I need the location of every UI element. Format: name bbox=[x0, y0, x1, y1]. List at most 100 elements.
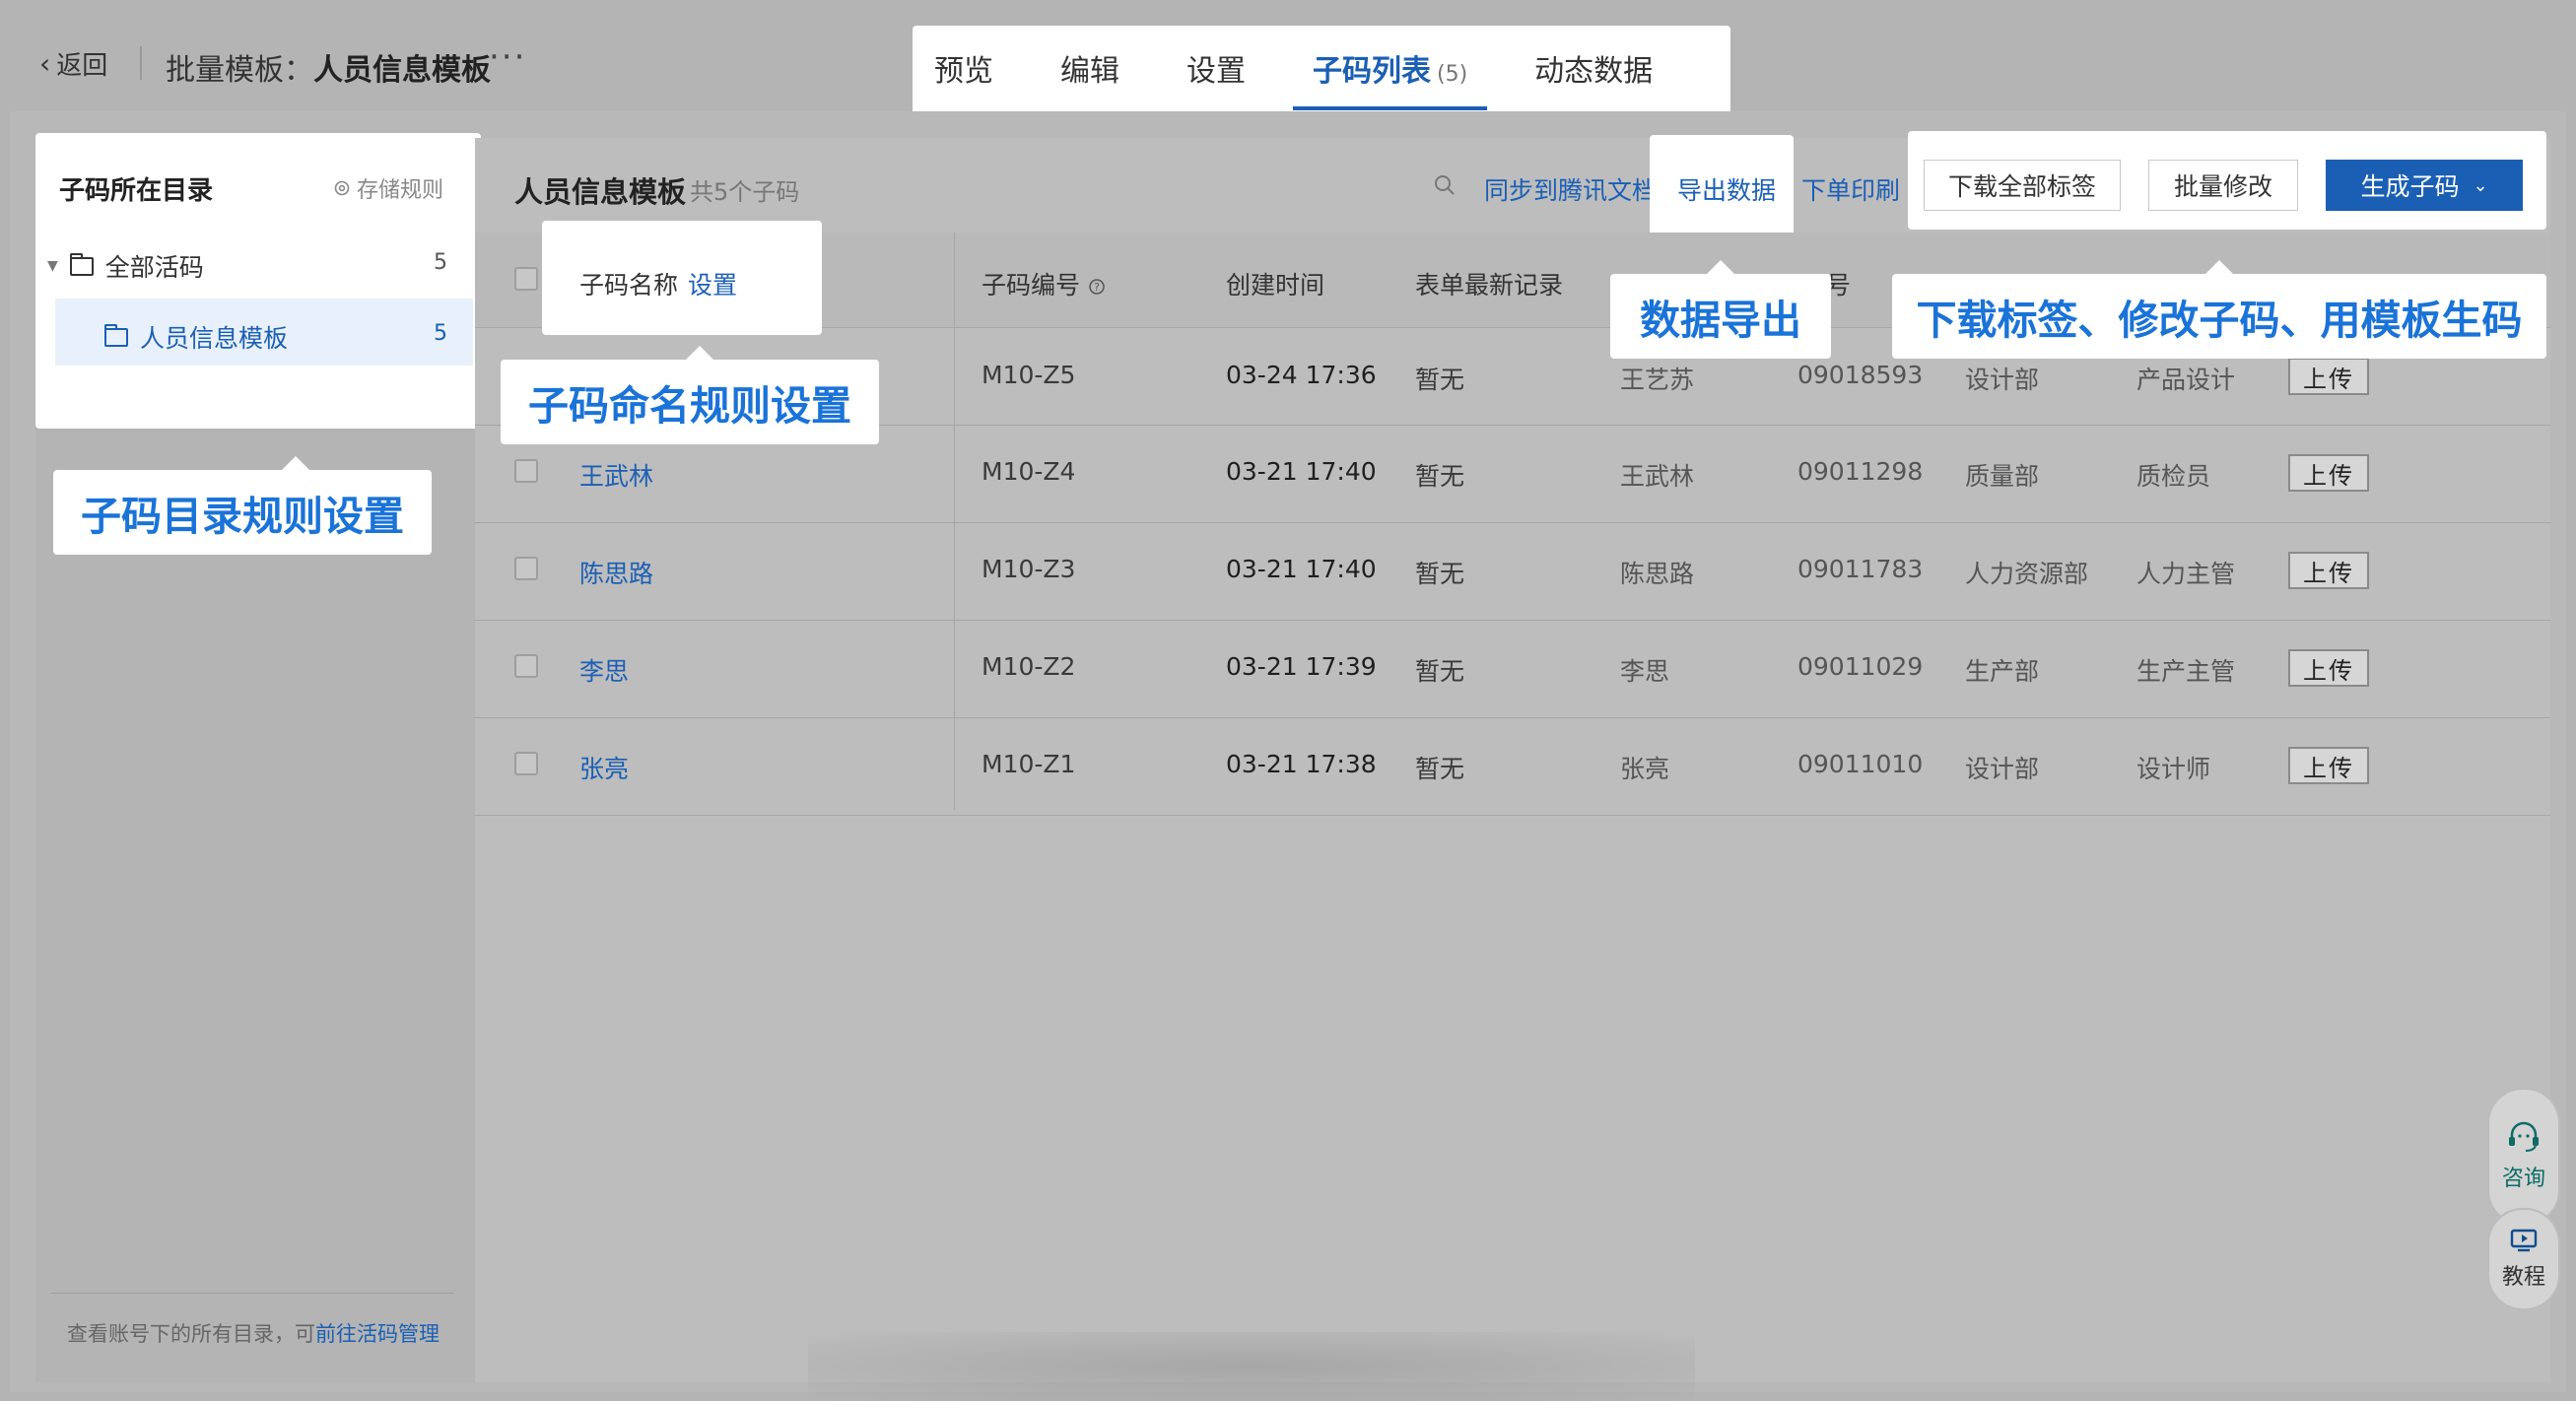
cell-code: M10-Z1 bbox=[982, 750, 1076, 778]
callout-pointer bbox=[2205, 260, 2233, 274]
cell-time: 03-21 17:40 bbox=[1226, 555, 1377, 583]
decorative-shadow bbox=[808, 1332, 1695, 1401]
tab-label: 子码列表 bbox=[1313, 54, 1431, 89]
tab-dynamic-data[interactable]: 动态数据 bbox=[1534, 26, 1653, 118]
callout-export: 数据导出 bbox=[1610, 260, 1831, 359]
callout-pointer bbox=[1707, 260, 1734, 274]
page-title: 批量模板：人员信息模板 bbox=[166, 45, 491, 89]
upload-button[interactable]: 上传 bbox=[2288, 358, 2369, 395]
cell-person: 陈思路 bbox=[1620, 560, 1695, 588]
more-menu-button[interactable]: ··· bbox=[489, 37, 526, 77]
tree-item-personnel-template[interactable]: 人员信息模板 bbox=[104, 319, 288, 355]
tab-label: 动态数据 bbox=[1534, 54, 1654, 89]
cell-person: 张亮 bbox=[1620, 755, 1670, 783]
search-icon[interactable] bbox=[1433, 173, 1457, 197]
callout-text: 子码目录规则设置 bbox=[81, 493, 404, 540]
cell-department: 人力资源部 bbox=[1965, 560, 2089, 588]
cell-code: M10-Z3 bbox=[982, 555, 1076, 583]
column-header-record: 表单最新记录 bbox=[1415, 271, 1564, 300]
cell-record: 暂无 bbox=[1415, 560, 1465, 588]
row-checkbox[interactable] bbox=[514, 654, 538, 678]
cell-time: 03-21 17:39 bbox=[1226, 652, 1377, 681]
cell-record: 暂无 bbox=[1415, 366, 1465, 394]
cell-person: 王艺苏 bbox=[1620, 366, 1695, 394]
upload-button[interactable]: 上传 bbox=[2288, 747, 2369, 784]
order-print-link[interactable]: 下单印刷 bbox=[1801, 171, 1900, 207]
callout-directory-rule: 子码目录规则设置 bbox=[53, 456, 432, 555]
callout-text: 数据导出 bbox=[1640, 297, 1801, 344]
download-all-labels-button[interactable]: 下载全部标签 bbox=[1924, 160, 2121, 211]
cell-name-link[interactable]: 李思 bbox=[579, 652, 629, 688]
cell-person: 王武林 bbox=[1620, 462, 1695, 491]
page-title-name: 人员信息模板 bbox=[313, 53, 491, 88]
upload-button[interactable]: 上传 bbox=[2288, 552, 2369, 589]
cell-employee-id: 09011029 bbox=[1797, 652, 1924, 681]
cell-record: 暂无 bbox=[1415, 462, 1465, 491]
cell-time: 03-21 17:40 bbox=[1226, 457, 1377, 486]
table-row: 陈思路 M10-Z3 03-21 17:40 暂无 陈思路 09011783 人… bbox=[475, 523, 2550, 621]
cell-name-link[interactable]: 张亮 bbox=[579, 750, 629, 785]
cell-name-link[interactable]: 陈思路 bbox=[579, 555, 653, 590]
callout-text: 子码命名规则设置 bbox=[528, 382, 851, 430]
svg-text:?: ? bbox=[1094, 281, 1100, 294]
storage-rule-button[interactable]: 存储规则 bbox=[333, 172, 443, 204]
tab-settings[interactable]: 设置 bbox=[1186, 26, 1246, 118]
column-header-label: 子码编号 bbox=[982, 271, 1081, 300]
tutorial-button[interactable]: 教程 bbox=[2487, 1208, 2560, 1310]
help-icon[interactable]: ? bbox=[1088, 278, 1106, 296]
callout-pointer bbox=[282, 456, 309, 470]
tab-preview[interactable]: 预览 bbox=[934, 26, 993, 118]
column-header-code: 子码编号 ? bbox=[982, 266, 1106, 301]
row-checkbox[interactable] bbox=[514, 752, 538, 775]
tree-item-count: 5 bbox=[434, 250, 447, 275]
row-checkbox[interactable] bbox=[514, 459, 538, 483]
cell-employee-id: 09011010 bbox=[1797, 750, 1924, 778]
row-checkbox[interactable] bbox=[514, 557, 538, 580]
caret-down-icon[interactable]: ▼ bbox=[47, 258, 58, 274]
tab-label: 预览 bbox=[934, 54, 993, 89]
back-button[interactable]: ‹ 返回 bbox=[39, 45, 107, 82]
consult-button[interactable]: 咨询 bbox=[2487, 1088, 2560, 1226]
video-tutorial-icon bbox=[2510, 1229, 2538, 1252]
tree-item-all-codes[interactable]: ▼ 全部活码 bbox=[47, 248, 204, 284]
cell-employee-id: 09011298 bbox=[1797, 457, 1924, 486]
cell-name-link[interactable]: 王武林 bbox=[579, 457, 653, 493]
tab-bar: 预览 编辑 设置 子码列表 (5) 动态数据 bbox=[913, 26, 1730, 118]
chevron-down-icon: ⌄ bbox=[2473, 174, 2488, 196]
tab-label: 编辑 bbox=[1060, 54, 1119, 89]
generate-subcode-button[interactable]: 生成子码 ⌄ bbox=[2326, 160, 2523, 211]
storage-rule-label: 存储规则 bbox=[357, 178, 444, 203]
table-row: 张亮 M10-Z1 03-21 17:38 暂无 张亮 09011010 设计部… bbox=[475, 718, 2550, 816]
sidebar-footer: 查看账号下的所有目录，可前往活码管理 bbox=[67, 1318, 440, 1348]
headset-icon bbox=[2509, 1121, 2539, 1152]
select-all-checkbox[interactable] bbox=[514, 267, 538, 291]
tree-item-count: 5 bbox=[434, 321, 447, 346]
sidebar-title: 子码所在目录 bbox=[59, 176, 214, 206]
tree-item-label: 人员信息模板 bbox=[140, 324, 289, 353]
consult-label: 咨询 bbox=[2501, 1167, 2545, 1191]
callout-naming-rule: 子码命名规则设置 bbox=[501, 346, 879, 444]
upload-button[interactable]: 上传 bbox=[2288, 649, 2369, 687]
callout-actions: 下载标签、修改子码、用模板生码 bbox=[1892, 260, 2546, 359]
cell-person: 李思 bbox=[1620, 657, 1670, 686]
batch-edit-button[interactable]: 批量修改 bbox=[2148, 160, 2298, 211]
tab-edit[interactable]: 编辑 bbox=[1060, 26, 1119, 118]
generate-subcode-label: 生成子码 bbox=[2360, 172, 2460, 201]
export-data-link[interactable]: 导出数据 bbox=[1677, 171, 1776, 207]
sync-tencent-docs-link[interactable]: 同步到腾讯文档 bbox=[1484, 171, 1657, 207]
chevron-left-icon: ‹ bbox=[39, 47, 51, 80]
cell-employee-id: 09011783 bbox=[1797, 555, 1924, 583]
cell-code: M10-Z2 bbox=[982, 652, 1076, 681]
cell-record: 暂无 bbox=[1415, 657, 1465, 686]
upload-button[interactable]: 上传 bbox=[2288, 454, 2369, 492]
gear-icon bbox=[334, 180, 350, 196]
cell-time: 03-24 17:36 bbox=[1226, 361, 1377, 389]
back-label: 返回 bbox=[56, 51, 108, 81]
cell-code: M10-Z4 bbox=[982, 457, 1076, 486]
name-rule-settings-link[interactable]: 设置 bbox=[688, 266, 737, 301]
manage-codes-link[interactable]: 前往活码管理 bbox=[315, 1322, 440, 1346]
cell-position: 设计师 bbox=[2136, 755, 2211, 783]
tree-item-label: 全部活码 bbox=[104, 253, 204, 282]
cell-code: M10-Z5 bbox=[982, 361, 1076, 389]
tab-subcode-list[interactable]: 子码列表 (5) bbox=[1292, 26, 1488, 118]
